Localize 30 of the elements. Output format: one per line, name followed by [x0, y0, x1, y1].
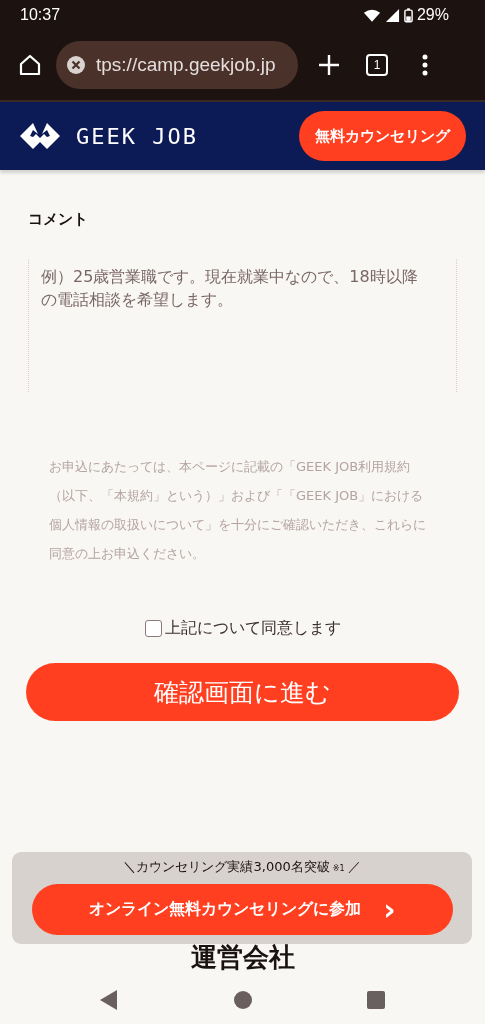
plus-icon[interactable] [318, 54, 340, 76]
chevron-icon: › [383, 894, 396, 925]
counseling-button[interactable]: 無料カウンセリング [299, 111, 466, 161]
online-counseling-button[interactable]: オンライン無料カウンセリングに参加 › [32, 884, 453, 935]
slash-mark: ＼ [123, 858, 137, 876]
clock-time: 10:37 [20, 6, 61, 24]
consent-notice: お申込にあたっては、本ページに記載の「GEEK JOB利用規約（以下、「本規約」という）」および「「GEEK JOB」における個人情報の取扱いについて」を十分にご確認いただき、これらに同意の上お申込ください。 [49, 458, 427, 563]
url-text: tps://camp.geekjob.jp [96, 54, 276, 76]
close-icon[interactable] [66, 55, 86, 75]
tab-count-button[interactable]: 1 [366, 54, 388, 76]
battery-icon [403, 7, 413, 23]
signal-icon [384, 7, 400, 23]
confirm-button[interactable]: 確認画面に進む [26, 663, 459, 721]
tagline-text: カウンセリング実績3,000名突破 [136, 858, 330, 876]
checkbox[interactable] [144, 620, 162, 637]
home-circle-icon[interactable] [233, 991, 252, 1009]
home-icon[interactable] [18, 53, 42, 77]
logo-icon[interactable] [18, 121, 62, 151]
footnote-mark: ※1 [332, 864, 345, 873]
checkbox-label[interactable]: 上記について同意します [164, 618, 341, 639]
field-label: コメント [28, 210, 89, 229]
wifi-icon [362, 7, 381, 23]
logo-text[interactable]: GEEK JOB [76, 123, 198, 149]
slash-mark: ／ [347, 858, 361, 876]
battery-level: 29% [416, 6, 449, 24]
comment-field[interactable]: 例）25歳営業職です。現在就業中なので、18時以降の電話相談を希望します。 [28, 259, 457, 392]
section-heading: 運営会社 [189, 943, 296, 971]
back-icon[interactable] [100, 990, 118, 1010]
more-icon[interactable] [422, 54, 428, 76]
address-bar[interactable]: tps://camp.geekjob.jp [56, 41, 298, 89]
